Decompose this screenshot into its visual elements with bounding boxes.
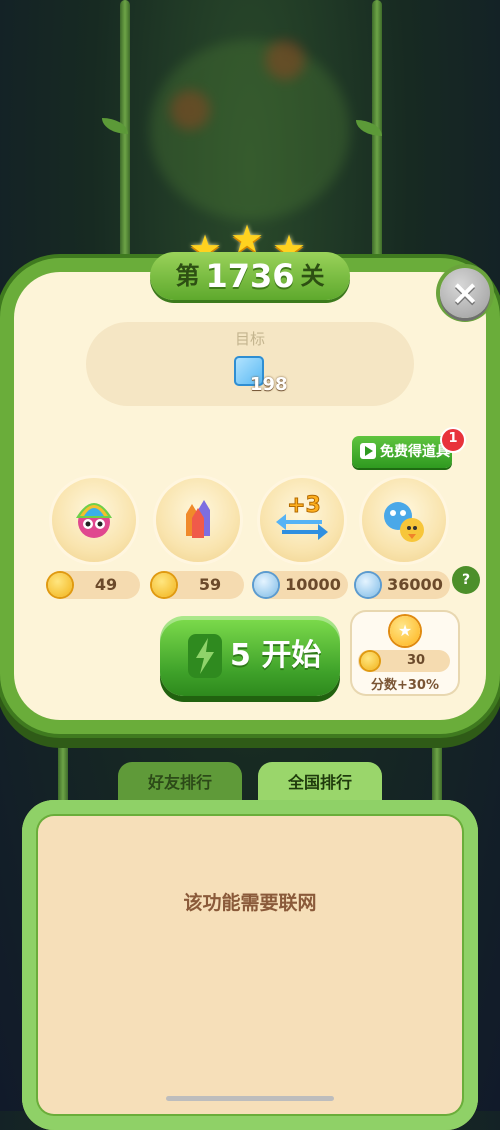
goal-count: 198	[250, 374, 288, 395]
lives-count: 5	[230, 638, 251, 673]
level-suffix: 关	[300, 262, 325, 290]
help-button[interactable]: ?	[452, 566, 480, 594]
price-pill: 49	[46, 571, 140, 599]
plus-three-label: +3	[287, 493, 321, 518]
rocket-icon	[156, 478, 240, 562]
background-blur-glow	[265, 40, 305, 80]
price-pill: 59	[150, 571, 244, 599]
booster-plus-moves[interactable]: +3	[260, 478, 344, 562]
start-button[interactable]: 5 开始	[160, 616, 340, 696]
tab-friends-ranking[interactable]: 好友排行	[118, 762, 242, 804]
coin-icon	[152, 573, 176, 597]
booster-rainbow-owl[interactable]	[52, 478, 136, 562]
goal-box: 目标 198	[86, 322, 414, 406]
gem-icon	[254, 573, 278, 597]
vine-left-lower	[58, 720, 68, 810]
start-text: 开始	[261, 638, 322, 673]
booster-price: 49	[94, 575, 118, 594]
tab-national-ranking[interactable]: 全国排行	[258, 762, 382, 804]
price-pill: 10000	[252, 571, 348, 599]
background-blur-glow	[170, 90, 210, 130]
coin-icon	[361, 652, 379, 670]
close-button[interactable]: ×	[440, 268, 490, 318]
rainbow-owl-icon	[52, 478, 136, 562]
close-icon: ×	[450, 273, 480, 313]
free-items-label: 免费得道具	[380, 444, 450, 460]
lightning-icon	[188, 634, 222, 678]
score-bonus-label: 分数+30%	[370, 678, 439, 693]
free-items-button[interactable]: 免费得道具	[352, 436, 452, 468]
gem-icon	[356, 573, 380, 597]
plus-three-moves-icon: +3	[260, 478, 344, 562]
vine-left	[120, 0, 130, 270]
booster-price: 10000	[285, 575, 341, 594]
score-bonus-card[interactable]: ★ 30 分数+30%	[352, 612, 458, 694]
level-prefix: 第	[175, 262, 200, 290]
booster-critter-swap[interactable]	[362, 478, 446, 562]
goal-label: 目标	[234, 330, 265, 348]
offline-message: 该功能需要联网	[183, 892, 317, 914]
booster-rockets[interactable]	[156, 478, 240, 562]
price-pill: 36000	[354, 571, 450, 599]
background-blur-glow	[150, 40, 350, 220]
score-bonus-price: 30	[358, 650, 450, 672]
booster-price: 36000	[387, 575, 443, 594]
level-banner: 第 1736 关	[150, 252, 350, 300]
score-bonus-price-value: 30	[406, 653, 426, 668]
critter-icon	[362, 478, 446, 562]
start-label: 5 开始	[230, 616, 321, 696]
home-indicator[interactable]	[166, 1096, 334, 1101]
coin-icon	[48, 573, 72, 597]
vine-right-lower	[432, 720, 442, 810]
level-number: 1736	[205, 257, 295, 295]
leaderboard-panel	[22, 800, 478, 1130]
potion-icon: ★	[390, 616, 420, 646]
video-play-icon	[360, 443, 376, 459]
booster-price: 59	[198, 575, 222, 594]
notification-badge: 1	[440, 427, 466, 453]
